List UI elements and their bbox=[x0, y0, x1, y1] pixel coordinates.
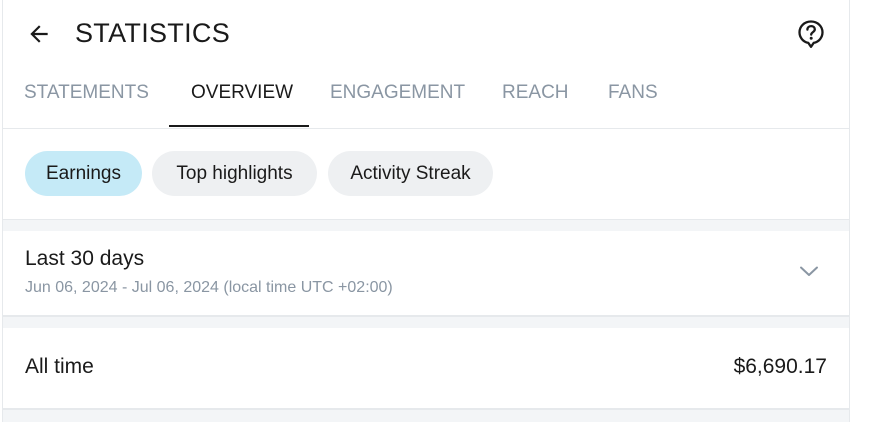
page-header: STATISTICS bbox=[3, 0, 849, 68]
section-divider bbox=[3, 409, 849, 422]
chip-activity-streak[interactable]: Activity Streak bbox=[328, 151, 493, 196]
tab-statements[interactable]: STATEMENTS bbox=[24, 68, 149, 128]
active-tab-indicator bbox=[169, 125, 309, 127]
period-range: Jun 06, 2024 - Jul 06, 2024 (local time … bbox=[25, 279, 393, 296]
help-circle-icon bbox=[798, 20, 824, 48]
back-button[interactable] bbox=[21, 16, 57, 52]
period-title: Last 30 days bbox=[25, 247, 145, 270]
tab-engagement[interactable]: ENGAGEMENT bbox=[330, 68, 465, 128]
statistics-tabs: STATEMENTS OVERVIEW ENGAGEMENT REACH FAN… bbox=[3, 68, 849, 129]
tab-fans[interactable]: FANS bbox=[608, 68, 658, 128]
period-selector[interactable]: Last 30 days Jun 06, 2024 - Jul 06, 2024… bbox=[3, 231, 849, 316]
all-time-label: All time bbox=[25, 355, 94, 378]
section-divider bbox=[3, 219, 849, 231]
help-button[interactable] bbox=[793, 16, 829, 52]
all-time-earnings: $6,690.17 bbox=[733, 355, 827, 378]
chip-top-highlights[interactable]: Top highlights bbox=[152, 151, 317, 196]
arrow-left-icon bbox=[30, 25, 48, 43]
tab-overview[interactable]: OVERVIEW bbox=[191, 68, 293, 128]
statistics-panel: STATISTICS STATEMENTS OVERVIEW ENGAGEMEN… bbox=[2, 0, 850, 422]
chevron-down-icon bbox=[800, 266, 818, 276]
statistics-page: STATISTICS STATEMENTS OVERVIEW ENGAGEMEN… bbox=[0, 0, 875, 422]
all-time-row: All time $6,690.17 bbox=[3, 328, 849, 409]
page-margin bbox=[850, 0, 875, 422]
filter-chips: Earnings Top highlights Activity Streak bbox=[3, 129, 849, 219]
section-divider bbox=[3, 316, 849, 328]
chip-earnings[interactable]: Earnings bbox=[25, 151, 142, 196]
tab-reach[interactable]: REACH bbox=[502, 68, 569, 128]
page-title: STATISTICS bbox=[75, 18, 231, 48]
